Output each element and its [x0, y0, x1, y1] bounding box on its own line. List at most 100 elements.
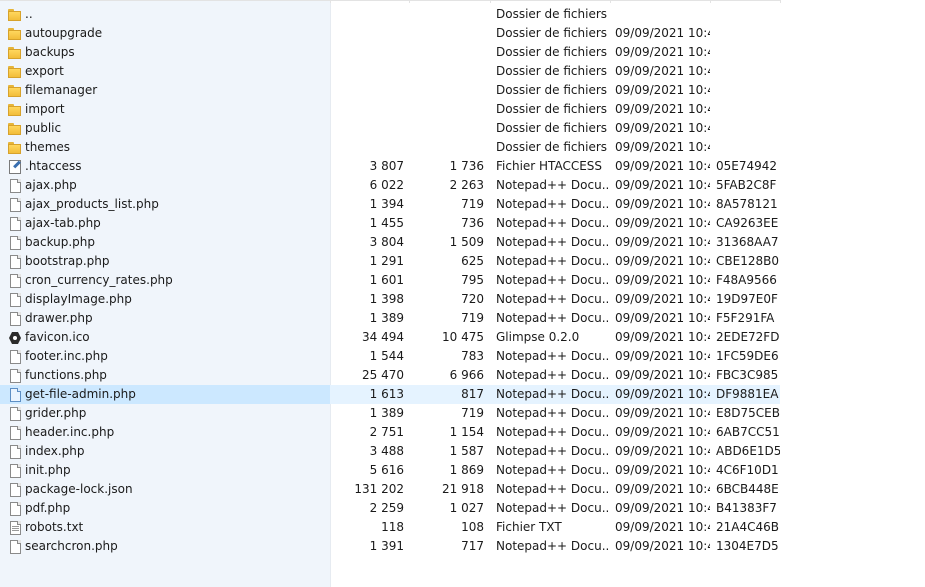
htaccess-file-icon [7, 159, 23, 174]
file-row[interactable]: pdf.php 2 259 1 027 Notepad++ Docu... 09/09/… [0, 499, 925, 518]
modified-date: 09/09/2021 10:47 [615, 121, 710, 135]
packed-size: 1 509 [449, 235, 484, 249]
file-type: Fichier HTACCESS [496, 159, 603, 173]
file-size: 34 494 [362, 330, 404, 344]
file-row[interactable]: displayImage.php 1 398 720 Notepad++ Docu..… [0, 290, 925, 309]
file-size [335, 81, 404, 100]
folder-icon [7, 45, 23, 60]
packed-size: 719 [461, 406, 484, 420]
file-row[interactable]: package-lock.json 131 202 21 918 Notepad++ … [0, 480, 925, 499]
icon-cell [7, 518, 23, 537]
file-type: Notepad++ Docu... [496, 197, 608, 211]
file-name: index.php [25, 444, 85, 458]
icon-cell [7, 214, 23, 233]
php-file-icon [7, 539, 23, 554]
packed-size: 1 869 [449, 463, 484, 477]
modified-date: 09/09/2021 10:47 [615, 311, 710, 325]
crc-value: ABD6E1D5 [716, 444, 780, 458]
file-type: Dossier de fichiers [496, 45, 608, 59]
file-size: 25 470 [362, 368, 404, 382]
php-file-icon [7, 463, 23, 478]
file-row[interactable]: footer.inc.php 1 544 783 Notepad++ Docu... 0… [0, 347, 925, 366]
column-divider[interactable] [710, 0, 711, 3]
packed-size [412, 100, 484, 119]
modified-date [615, 5, 710, 24]
crc-value [716, 43, 780, 62]
file-size [335, 100, 404, 119]
file-row[interactable]: export Dossier de fichiers 09/09/2021 10:4… [0, 62, 925, 81]
file-row[interactable]: ajax-tab.php 1 455 736 Notepad++ Docu... 09/… [0, 214, 925, 233]
php-file-icon [7, 197, 23, 212]
icon-cell [7, 157, 23, 176]
column-divider[interactable] [409, 0, 410, 3]
file-row[interactable]: grider.php 1 389 719 Notepad++ Docu... 09/09… [0, 404, 925, 423]
file-row[interactable]: index.php 3 488 1 587 Notepad++ Docu... 09/0… [0, 442, 925, 461]
file-row[interactable]: .. Dossier de fichiers [0, 5, 925, 24]
column-divider[interactable] [330, 0, 331, 3]
file-row[interactable]: themes Dossier de fichiers 09/09/2021 10:4… [0, 138, 925, 157]
packed-size [412, 5, 484, 24]
file-name: ajax-tab.php [25, 216, 101, 230]
file-list: .. Dossier de fichiers autoupgrade Dossier … [0, 5, 925, 556]
crc-value: E8D75CEB [716, 406, 780, 420]
file-row[interactable]: backups Dossier de fichiers 09/09/2021 10:… [0, 43, 925, 62]
file-type: Notepad++ Docu... [496, 368, 608, 382]
file-row[interactable]: bootstrap.php 1 291 625 Notepad++ Docu... 09… [0, 252, 925, 271]
file-row[interactable]: functions.php 25 470 6 966 Notepad++ Docu..… [0, 366, 925, 385]
file-row[interactable]: drawer.php 1 389 719 Notepad++ Docu... 09/09… [0, 309, 925, 328]
column-divider[interactable] [780, 0, 781, 3]
crc-value: F5F291FA [716, 311, 775, 325]
icon-cell [7, 480, 23, 499]
file-row[interactable]: .htaccess 3 807 1 736 Fichier HTACCESS 09/09… [0, 157, 925, 176]
packed-size [412, 81, 484, 100]
crc-value: B41383F7 [716, 501, 777, 515]
modified-date: 09/09/2021 10:47 [615, 463, 710, 477]
file-row[interactable]: searchcron.php 1 391 717 Notepad++ Docu... 0… [0, 537, 925, 556]
file-row[interactable]: ajax_products_list.php 1 394 719 Notepad++ … [0, 195, 925, 214]
file-row[interactable]: autoupgrade Dossier de fichiers 09/09/2021… [0, 24, 925, 43]
packed-size: 719 [461, 311, 484, 325]
column-divider[interactable] [610, 0, 611, 3]
php-file-icon [7, 216, 23, 231]
file-size [335, 5, 404, 24]
json-file-icon [7, 482, 23, 497]
crc-value: 31368AA7 [716, 235, 779, 249]
file-row[interactable]: favicon.ico 34 494 10 475 Glimpse 0.2.0 09/0… [0, 328, 925, 347]
file-row[interactable]: init.php 5 616 1 869 Notepad++ Docu... 09/09… [0, 461, 925, 480]
file-row[interactable]: header.inc.php 2 751 1 154 Notepad++ Docu..… [0, 423, 925, 442]
folder-icon [7, 83, 23, 98]
file-row[interactable]: ajax.php 6 022 2 263 Notepad++ Docu... 09/09… [0, 176, 925, 195]
file-type: Notepad++ Docu... [496, 292, 608, 306]
file-row[interactable]: get-file-admin.php 1 613 817 Notepad++ Docu… [0, 385, 780, 404]
crc-value: 21A4C46B [716, 520, 779, 534]
crc-value: DF9881EA [716, 387, 779, 401]
packed-size [412, 119, 484, 138]
file-row[interactable]: robots.txt 118 108 Fichier TXT 09/09/2021 10… [0, 518, 925, 537]
icon-cell [7, 423, 23, 442]
modified-date: 09/09/2021 10:47 [615, 197, 710, 211]
file-type: Fichier TXT [496, 520, 562, 534]
file-name: package-lock.json [25, 482, 133, 496]
icon-cell [7, 138, 23, 157]
file-row[interactable]: filemanager Dossier de fichiers 09/09/2021… [0, 81, 925, 100]
file-type: Notepad++ Docu... [496, 216, 608, 230]
file-row[interactable]: import Dossier de fichiers 09/09/2021 10:4… [0, 100, 925, 119]
file-name: backups [25, 45, 75, 59]
column-divider[interactable] [490, 0, 491, 3]
file-row[interactable]: public Dossier de fichiers 09/09/2021 10:4… [0, 119, 925, 138]
file-type: Glimpse 0.2.0 [496, 330, 580, 344]
crc-value [716, 62, 780, 81]
packed-size: 1 736 [449, 159, 484, 173]
packed-size [412, 43, 484, 62]
packed-size: 1 027 [449, 501, 484, 515]
file-row[interactable]: cron_currency_rates.php 1 601 795 Notepad++… [0, 271, 925, 290]
text-file-icon [7, 520, 23, 535]
file-row[interactable]: backup.php 3 804 1 509 Notepad++ Docu... 09/… [0, 233, 925, 252]
folder-icon [7, 102, 23, 117]
file-name: public [25, 121, 62, 135]
folder-icon [7, 7, 23, 22]
file-size: 5 616 [369, 463, 404, 477]
file-type: Notepad++ Docu... [496, 539, 608, 553]
folder-icon [7, 26, 23, 41]
packed-size: 720 [461, 292, 484, 306]
